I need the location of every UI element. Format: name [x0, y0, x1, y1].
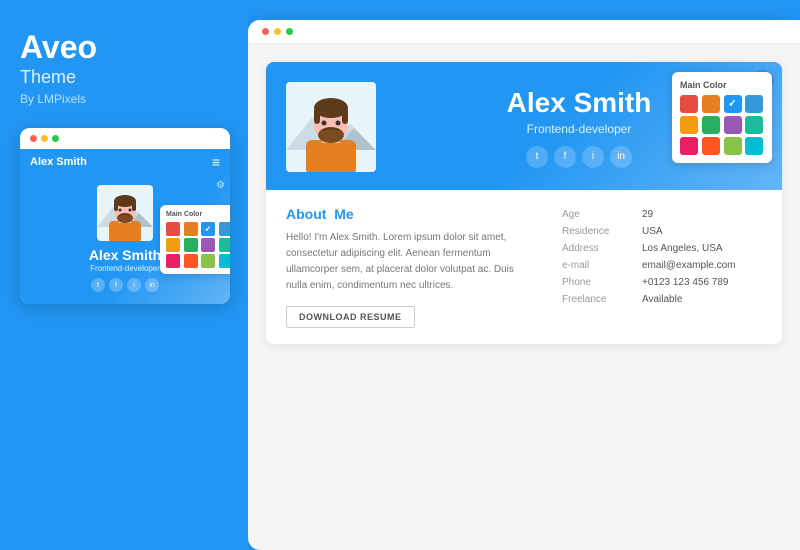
browser-dot-yellow	[274, 28, 281, 35]
color-cell-main[interactable]	[724, 95, 742, 113]
profile-role: Frontend-developer	[527, 122, 632, 136]
mobile-socials: t f i in	[91, 278, 159, 292]
info-row: ResidenceUSA	[562, 223, 762, 240]
brand-by: By LMPixels	[20, 92, 86, 106]
info-label: Phone	[562, 274, 642, 291]
profile-card: Alex Smith Frontend-developer t f i in ⚙…	[266, 62, 782, 344]
color-cell-mini[interactable]	[166, 238, 180, 252]
profile-avatar	[286, 82, 376, 172]
download-resume-button[interactable]: DOWNLOAD RESUME	[286, 306, 415, 328]
color-cell-mini[interactable]	[184, 222, 198, 236]
social-facebook-mini[interactable]: f	[109, 278, 123, 292]
dot-red	[30, 135, 37, 142]
browser-dot-red	[262, 28, 269, 35]
mobile-top-bar	[20, 128, 230, 149]
mobile-profile-name: Alex Smith	[89, 247, 161, 263]
info-row: AddressLos Angeles, USA	[562, 240, 762, 257]
left-panel: Aveo Theme By LMPixels Alex Smith ≡ ⚙	[0, 0, 248, 550]
mobile-avatar	[97, 185, 153, 241]
dot-yellow	[41, 135, 48, 142]
gear-icon-mini[interactable]: ⚙	[216, 180, 225, 191]
brand-title: Aveo	[20, 30, 97, 65]
info-row: e-mailemail@example.com	[562, 257, 762, 274]
info-value: +0123 123 456 789	[642, 274, 762, 291]
info-value: Available	[642, 291, 762, 308]
info-value: Los Angeles, USA	[642, 240, 762, 257]
color-cell-mini[interactable]	[201, 254, 215, 268]
color-cell-mini[interactable]	[184, 238, 198, 252]
info-value: 29	[642, 206, 762, 223]
color-grid-mini	[166, 222, 230, 268]
mobile-nav-name: Alex Smith	[30, 156, 87, 168]
social-linkedin-mini[interactable]: in	[145, 278, 159, 292]
info-label: Age	[562, 206, 642, 223]
about-left: About Me Hello! I'm Alex Smith. Lorem ip…	[286, 206, 532, 328]
about-section: About Me Hello! I'm Alex Smith. Lorem ip…	[266, 190, 782, 344]
info-row: FreelanceAvailable	[562, 291, 762, 308]
info-label: e-mail	[562, 257, 642, 274]
social-twitter-mini[interactable]: t	[91, 278, 105, 292]
profile-name: Alex Smith	[507, 87, 652, 119]
social-facebook[interactable]: f	[554, 146, 576, 168]
color-cell-main[interactable]	[724, 137, 742, 155]
color-cell-mini[interactable]	[184, 254, 198, 268]
color-cell-main[interactable]	[745, 95, 763, 113]
about-heading-blue: Me	[334, 206, 353, 222]
mobile-mockup: Alex Smith ≡ ⚙	[20, 128, 230, 304]
color-cell-mini[interactable]	[166, 254, 180, 268]
about-right: Age29ResidenceUSAAddressLos Angeles, USA…	[562, 206, 762, 328]
social-instagram-mini[interactable]: i	[127, 278, 141, 292]
about-heading-black: About	[286, 206, 326, 222]
color-cell-mini[interactable]	[219, 222, 231, 236]
info-label: Address	[562, 240, 642, 257]
info-value[interactable]: email@example.com	[642, 257, 762, 274]
browser-dot-green	[286, 28, 293, 35]
color-cell-main[interactable]	[702, 116, 720, 134]
color-cell-main[interactable]	[702, 95, 720, 113]
color-picker-main-title: Main Color	[680, 80, 764, 90]
color-cell-mini[interactable]	[219, 238, 231, 252]
mobile-hero: ⚙	[20, 175, 230, 304]
color-cell-mini[interactable]	[201, 222, 215, 236]
mobile-nav-bar: Alex Smith ≡	[20, 149, 230, 175]
social-instagram[interactable]: i	[582, 146, 604, 168]
browser-bar	[248, 20, 800, 44]
info-value: USA	[642, 223, 762, 240]
social-twitter[interactable]: t	[526, 146, 548, 168]
color-cell-main[interactable]	[745, 116, 763, 134]
about-text: Hello! I'm Alex Smith. Lorem ipsum dolor…	[286, 230, 532, 294]
right-panel: Alex Smith Frontend-developer t f i in ⚙…	[248, 20, 800, 550]
info-table: Age29ResidenceUSAAddressLos Angeles, USA…	[562, 206, 762, 308]
color-cell-main[interactable]	[680, 95, 698, 113]
color-cell-mini[interactable]	[201, 238, 215, 252]
brand-subtitle: Theme	[20, 67, 76, 88]
info-label: Freelance	[562, 291, 642, 308]
hamburger-icon[interactable]: ≡	[212, 155, 220, 169]
profile-socials: t f i in	[526, 146, 632, 168]
mobile-profile-role: Frontend-developer	[90, 264, 160, 273]
info-row: Phone+0123 123 456 789	[562, 274, 762, 291]
color-cell-main[interactable]	[745, 137, 763, 155]
color-cell-main[interactable]	[702, 137, 720, 155]
color-cell-main[interactable]	[680, 137, 698, 155]
info-row: Age29	[562, 206, 762, 223]
color-cell-mini[interactable]	[219, 254, 231, 268]
about-heading: About Me	[286, 206, 532, 222]
color-grid-main	[680, 95, 764, 155]
dot-green	[52, 135, 59, 142]
color-cell-main[interactable]	[680, 116, 698, 134]
color-picker-mini-title: Main Color	[166, 211, 230, 218]
color-picker-main: Main Color	[672, 72, 772, 163]
profile-hero: Alex Smith Frontend-developer t f i in ⚙…	[266, 62, 782, 190]
info-label: Residence	[562, 223, 642, 240]
color-cell-main[interactable]	[724, 116, 742, 134]
color-cell-mini[interactable]	[166, 222, 180, 236]
color-picker-mini: Main Color	[160, 205, 230, 274]
social-linkedin[interactable]: in	[610, 146, 632, 168]
